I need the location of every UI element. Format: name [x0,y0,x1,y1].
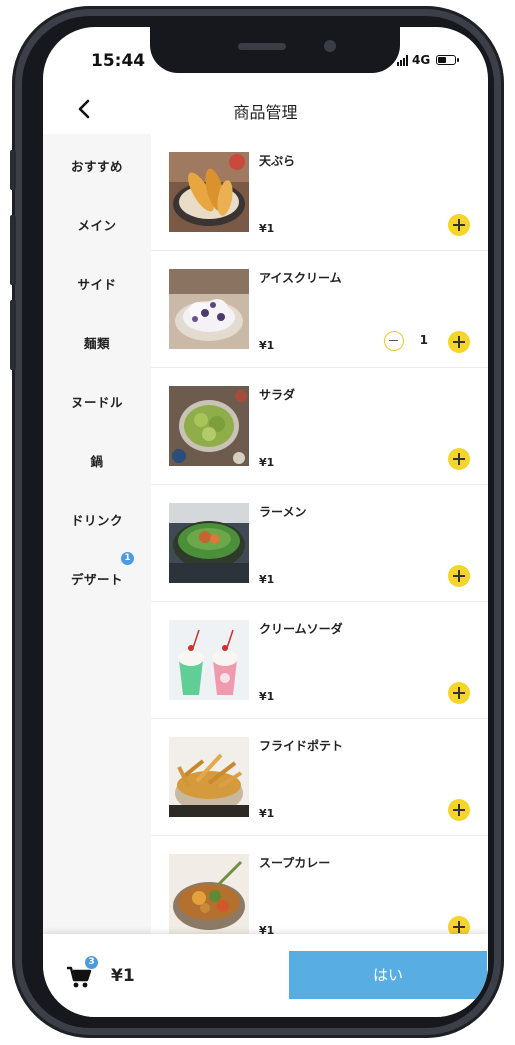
sidebar-item-side[interactable]: サイド [43,274,151,293]
product-price: ¥1 [259,924,275,934]
sidebar-item-main[interactable]: メイン [43,215,151,234]
sidebar-item-osusume[interactable]: おすすめ [43,156,151,175]
item-quantity: 1 [419,333,428,347]
product-price: ¥1 [259,222,275,235]
product-row: クリームソーダ ¥1 [151,602,488,719]
product-name: ラーメン [259,505,307,519]
add-button[interactable] [448,331,470,353]
sidebar-item-dessert[interactable]: デザート [43,569,151,588]
salad-image [169,386,249,466]
battery-icon [436,55,460,65]
product-name: スープカレー [259,856,331,870]
soupcurry-image [169,854,249,934]
add-button[interactable] [448,448,470,470]
product-row: スープカレー ¥1 [151,836,488,934]
category-sidebar: おすすめ メイン サイド 麺類 ヌードル 鍋 ドリンク デザート 1 [43,134,151,934]
add-button[interactable] [448,565,470,587]
product-price: ¥1 [259,690,275,703]
add-button[interactable] [448,799,470,821]
sidebar-item-noodle[interactable]: ヌードル [43,392,151,411]
phone-notch [150,27,400,73]
sidebar-item-menrui[interactable]: 麺類 [43,333,151,352]
cart-bar: 3 ¥1 はい [43,934,488,1017]
cart-count-badge: 3 [85,956,98,969]
product-name: フライドポテト [259,739,344,753]
product-price: ¥1 [259,573,275,586]
ramen-image [169,503,249,583]
confirm-button[interactable]: はい [289,951,487,999]
product-list[interactable]: 天ぷら ¥1 アイスクリーム ¥1 1 サラダ ¥1 ラーメン ¥1 クリームソ… [151,134,488,934]
product-price: ¥1 [259,456,275,469]
app-screen: 15:44 4G 商品管理 おすすめ メイン サイド 麺類 ヌードル 鍋 ドリン… [43,27,488,1017]
product-name: クリームソーダ [259,622,343,636]
remove-button[interactable] [384,331,404,351]
status-time: 15:44 [91,51,146,71]
fries-image [169,737,249,817]
phone-side-button [10,300,16,370]
front-camera [324,40,336,52]
phone-side-button [10,150,16,190]
page-title: 商品管理 [233,103,298,122]
icecream-image [169,269,249,349]
tempura-image [169,152,249,232]
product-name: 天ぷら [259,154,296,168]
product-row: アイスクリーム ¥1 1 [151,251,488,368]
add-button[interactable] [448,682,470,704]
sidebar-item-nabe[interactable]: 鍋 [43,451,151,470]
phone-side-button [10,215,16,285]
add-button[interactable] [448,214,470,236]
product-row: サラダ ¥1 [151,368,488,485]
signal-icon [397,54,408,66]
product-name: アイスクリーム [259,271,342,285]
sidebar-item-drink[interactable]: ドリンク [43,510,151,529]
product-row: 天ぷら ¥1 [151,134,488,251]
dessert-count-badge: 1 [121,552,134,565]
status-indicators: 4G [397,53,460,67]
product-row: ラーメン ¥1 [151,485,488,602]
product-row: フライドポテト ¥1 [151,719,488,836]
network-label: 4G [412,53,431,67]
speaker-grille [238,43,286,50]
product-price: ¥1 [259,339,275,352]
cart-total: ¥1 [111,966,135,986]
add-button[interactable] [448,916,470,934]
product-price: ¥1 [259,807,275,820]
product-name: サラダ [259,388,296,402]
nav-bar: 商品管理 [43,87,488,133]
creamsoda-image [169,620,249,700]
